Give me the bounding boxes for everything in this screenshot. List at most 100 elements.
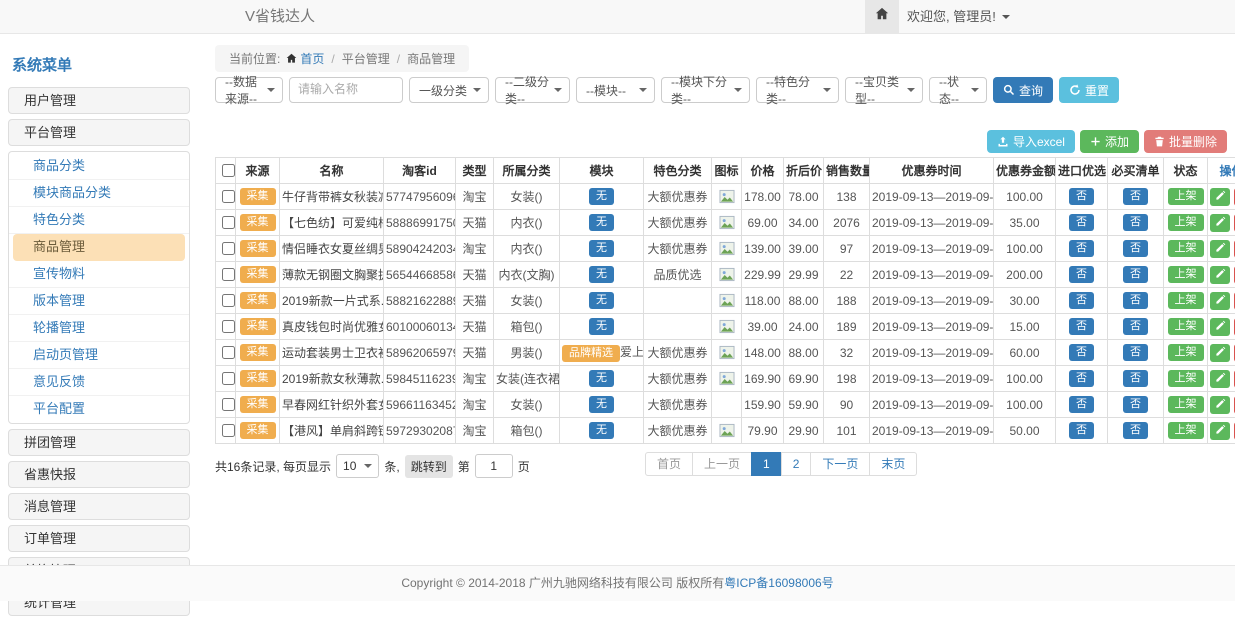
edit-button[interactable] (1210, 370, 1230, 388)
import-select-toggle[interactable]: 否 (1069, 422, 1094, 439)
must-buy-toggle[interactable]: 否 (1123, 292, 1148, 309)
row-checkbox[interactable] (222, 190, 235, 203)
status-toggle[interactable]: 上架 (1168, 214, 1204, 231)
status-toggle[interactable]: 上架 (1168, 240, 1204, 257)
jump-page-input[interactable] (475, 454, 513, 478)
row-checkbox[interactable] (222, 424, 235, 437)
sidebar-group-header[interactable]: 消息管理 (8, 493, 190, 520)
row-checkbox[interactable] (222, 372, 235, 385)
sidebar-item[interactable]: 轮播管理 (9, 315, 189, 342)
import-excel-button[interactable]: 导入excel (987, 130, 1075, 153)
module-badge[interactable]: 无 (589, 240, 614, 257)
edit-button[interactable] (1210, 344, 1230, 362)
filter-select[interactable]: --特色分类-- (756, 77, 839, 103)
must-buy-toggle[interactable]: 否 (1123, 240, 1148, 257)
must-buy-toggle[interactable]: 否 (1123, 422, 1148, 439)
import-select-toggle[interactable]: 否 (1069, 188, 1094, 205)
import-select-toggle[interactable]: 否 (1069, 266, 1094, 283)
edit-button[interactable] (1210, 240, 1230, 258)
edit-button[interactable] (1210, 292, 1230, 310)
status-toggle[interactable]: 上架 (1168, 266, 1204, 283)
row-checkbox[interactable] (222, 294, 235, 307)
reset-button[interactable]: 重置 (1059, 77, 1119, 103)
import-select-toggle[interactable]: 否 (1069, 396, 1094, 413)
sidebar-item[interactable]: 启动页管理 (9, 342, 189, 369)
sidebar-item[interactable]: 商品分类 (9, 153, 189, 180)
sidebar-item[interactable]: 特色分类 (9, 207, 189, 234)
filter-select[interactable]: --状态-- (929, 77, 987, 103)
status-toggle[interactable]: 上架 (1168, 344, 1204, 361)
filter-select[interactable]: 一级分类 (409, 77, 489, 103)
module-badge[interactable]: 无 (589, 370, 614, 387)
select-all-checkbox[interactable] (222, 164, 235, 177)
import-select-toggle[interactable]: 否 (1069, 344, 1094, 361)
icp-link[interactable]: 粤ICP备16098006号 (724, 576, 833, 590)
row-checkbox[interactable] (222, 320, 235, 333)
home-button[interactable] (865, 0, 899, 33)
filter-select[interactable]: --宝贝类型-- (845, 77, 923, 103)
module-badge[interactable]: 无 (589, 188, 614, 205)
batch-delete-button[interactable]: 批量删除 (1144, 130, 1227, 153)
sidebar-group-header[interactable]: 订单管理 (8, 525, 190, 552)
status-toggle[interactable]: 上架 (1168, 396, 1204, 413)
breadcrumb-home-link[interactable]: 首页 (300, 52, 324, 66)
sidebar-group-header[interactable]: 省惠快报 (8, 461, 190, 488)
module-badge[interactable]: 无 (589, 292, 614, 309)
sidebar-item[interactable]: 平台配置 (9, 396, 189, 422)
row-checkbox[interactable] (222, 216, 235, 229)
must-buy-toggle[interactable]: 否 (1123, 188, 1148, 205)
user-menu[interactable]: 欢迎您, 管理员! (907, 0, 1010, 33)
sidebar-item[interactable]: 宣传物料 (9, 261, 189, 288)
row-checkbox[interactable] (222, 398, 235, 411)
edit-button[interactable] (1210, 422, 1230, 440)
module-badge[interactable]: 无 (589, 266, 614, 283)
sidebar-group-header[interactable]: 用户管理 (8, 87, 190, 114)
import-select-toggle[interactable]: 否 (1069, 370, 1094, 387)
search-button[interactable]: 查询 (993, 77, 1053, 103)
must-buy-toggle[interactable]: 否 (1123, 344, 1148, 361)
page-button[interactable]: 2 (781, 452, 812, 476)
sidebar-item[interactable]: 意见反馈 (9, 369, 189, 396)
filter-select[interactable]: --二级分类-- (495, 77, 570, 103)
status-toggle[interactable]: 上架 (1168, 318, 1204, 335)
row-checkbox[interactable] (222, 346, 235, 359)
sidebar-item[interactable]: 商品管理 (13, 234, 185, 261)
must-buy-toggle[interactable]: 否 (1123, 318, 1148, 335)
page-button[interactable]: 末页 (869, 452, 917, 476)
module-badge[interactable]: 无 (589, 214, 614, 231)
module-badge[interactable]: 无 (589, 396, 614, 413)
import-select-toggle[interactable]: 否 (1069, 214, 1094, 231)
edit-button[interactable] (1210, 318, 1230, 336)
import-select-toggle[interactable]: 否 (1069, 292, 1094, 309)
add-button[interactable]: 添加 (1080, 130, 1139, 153)
edit-button[interactable] (1210, 266, 1230, 284)
page-button[interactable]: 1 (751, 452, 782, 476)
filter-select[interactable]: --数据来源-- (215, 77, 283, 103)
status-toggle[interactable]: 上架 (1168, 292, 1204, 309)
must-buy-toggle[interactable]: 否 (1123, 266, 1148, 283)
row-checkbox[interactable] (222, 242, 235, 255)
status-toggle[interactable]: 上架 (1168, 422, 1204, 439)
sidebar-item[interactable]: 版本管理 (9, 288, 189, 315)
module-badge[interactable]: 品牌精选 (562, 345, 620, 362)
must-buy-toggle[interactable]: 否 (1123, 396, 1148, 413)
jump-button[interactable]: 跳转到 (405, 455, 453, 478)
sidebar-item[interactable]: 模块商品分类 (9, 180, 189, 207)
edit-button[interactable] (1210, 188, 1230, 206)
page-size-select[interactable]: 10 (336, 454, 379, 478)
edit-button[interactable] (1210, 396, 1230, 414)
must-buy-toggle[interactable]: 否 (1123, 214, 1148, 231)
status-toggle[interactable]: 上架 (1168, 370, 1204, 387)
page-button[interactable]: 下一页 (810, 452, 870, 476)
edit-button[interactable] (1210, 214, 1230, 232)
must-buy-toggle[interactable]: 否 (1123, 370, 1148, 387)
status-toggle[interactable]: 上架 (1168, 188, 1204, 205)
sidebar-group-header[interactable]: 平台管理 (8, 119, 190, 146)
row-checkbox[interactable] (222, 268, 235, 281)
filter-select[interactable]: --模块-- (576, 77, 655, 103)
module-badge[interactable]: 无 (589, 422, 614, 439)
import-select-toggle[interactable]: 否 (1069, 318, 1094, 335)
module-badge[interactable]: 无 (589, 318, 614, 335)
filter-select[interactable]: --模块下分类-- (661, 77, 750, 103)
name-search-input[interactable] (290, 78, 402, 100)
